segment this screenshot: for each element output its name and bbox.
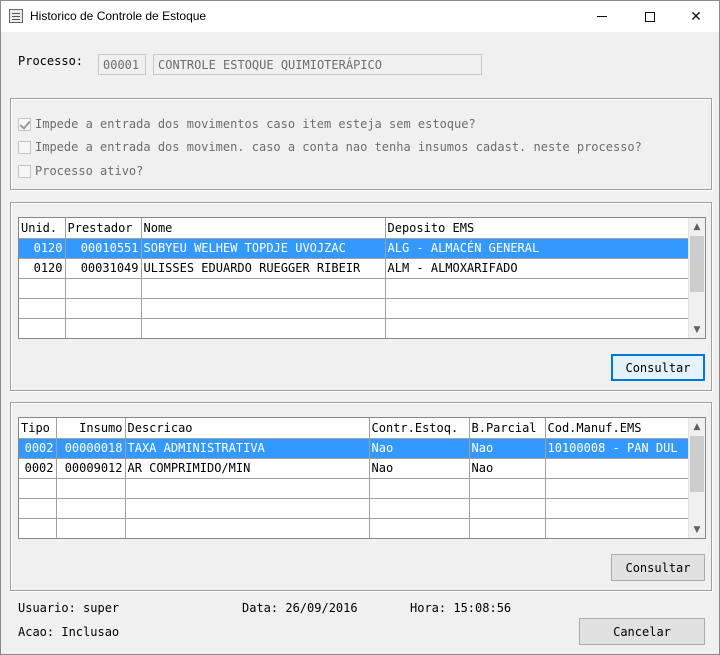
scroll-down-icon[interactable]: ▼ xyxy=(689,321,705,338)
empty-row xyxy=(19,498,691,519)
column-header[interactable]: Nome xyxy=(141,218,386,239)
minimize-icon xyxy=(597,16,607,17)
checkbox-processo-ativo xyxy=(18,164,31,178)
acao-label: Acao: Inclusao xyxy=(18,625,120,639)
scroll-thumb[interactable] xyxy=(690,436,704,492)
cell-cod-manuf: 10100008 - PAN DUL xyxy=(545,438,691,459)
cell-contr-estoq: Nao xyxy=(369,458,470,479)
cell-descricao: AR COMPRIMIDO/MIN xyxy=(125,458,370,479)
data-label: Data: 26/09/2016 xyxy=(242,601,358,615)
option-label: Processo ativo? xyxy=(35,164,144,178)
vertical-scrollbar[interactable]: ▲ ▼ xyxy=(688,418,705,538)
option-impede-sem-estoque: Impede a entrada dos movimentos caso ite… xyxy=(18,116,476,132)
cancel-button[interactable]: Cancelar xyxy=(579,618,705,645)
table-row[interactable]: 0002 00009012 AR COMPRIMIDO/MIN Nao Nao xyxy=(19,458,691,479)
cell-tipo: 0002 xyxy=(19,458,57,479)
cell-deposito: ALM - ALMOXARIFADO xyxy=(385,258,691,279)
scroll-up-icon[interactable]: ▲ xyxy=(689,418,705,435)
cell-insumo: 00009012 xyxy=(56,458,126,479)
cell-descricao: TAXA ADMINISTRATIVA xyxy=(125,438,370,459)
processo-code-field: 00001 xyxy=(98,54,146,75)
hora-label: Hora: 15:08:56 xyxy=(410,601,512,615)
close-icon: ✕ xyxy=(690,8,702,25)
grid-header-row: Unid. Prestador Nome Deposito EMS xyxy=(19,218,691,239)
table-row[interactable]: 0002 00000018 TAXA ADMINISTRATIVA Nao Na… xyxy=(19,438,691,459)
table-row[interactable]: 0120 00010551 SOBYEU WELHEW TOPDJE UVOJZ… xyxy=(19,238,691,259)
cell-unid: 0120 xyxy=(19,258,66,279)
processo-description-field: CONTROLE ESTOQUE QUIMIOTERÁPICO xyxy=(153,54,482,75)
vertical-scrollbar[interactable]: ▲ ▼ xyxy=(688,218,705,338)
cell-prestador: 00031049 xyxy=(65,258,142,279)
main-window: Historico de Controle de Estoque ✕ Proce… xyxy=(0,0,720,655)
cell-cod-manuf xyxy=(545,458,691,479)
empty-row xyxy=(19,478,691,499)
scroll-up-icon[interactable]: ▲ xyxy=(689,218,705,235)
cell-prestador: 00010551 xyxy=(65,238,142,259)
grid-header-row: Tipo Insumo Descricao Contr.Estoq. B.Par… xyxy=(19,418,691,439)
scroll-down-icon[interactable]: ▼ xyxy=(689,521,705,538)
option-label: Impede a entrada dos movimen. caso a con… xyxy=(35,140,642,154)
processo-label: Processo: xyxy=(18,54,84,68)
option-label: Impede a entrada dos movimentos caso ite… xyxy=(35,117,476,131)
option-impede-sem-insumos: Impede a entrada dos movimen. caso a con… xyxy=(18,139,642,155)
title-bar[interactable]: Historico de Controle de Estoque ✕ xyxy=(1,1,719,32)
empty-row xyxy=(19,278,691,299)
close-button[interactable]: ✕ xyxy=(673,1,719,32)
cell-deposito: ALG - ALMACÉN GENERAL xyxy=(385,238,691,259)
minimize-button[interactable] xyxy=(579,1,625,32)
consultar-prestador-button[interactable]: Consultar xyxy=(611,354,705,381)
consultar-insumo-button[interactable]: Consultar xyxy=(611,554,705,581)
column-header[interactable]: Unid. xyxy=(19,218,66,239)
column-header[interactable]: Insumo xyxy=(56,418,126,439)
maximize-icon xyxy=(645,11,655,22)
column-header[interactable]: Descricao xyxy=(125,418,370,439)
cell-nome: ULISSES EDUARDO RUEGGER RIBEIR xyxy=(141,258,386,279)
cell-tipo: 0002 xyxy=(19,438,57,459)
checkbox-impede-sem-estoque xyxy=(18,117,31,131)
cell-b-parcial: Nao xyxy=(469,458,546,479)
empty-row xyxy=(19,318,691,338)
app-icon xyxy=(9,9,23,23)
cell-b-parcial: Nao xyxy=(469,438,546,459)
cell-contr-estoq: Nao xyxy=(369,438,470,459)
column-header[interactable]: Cod.Manuf.EMS xyxy=(545,418,691,439)
scroll-thumb[interactable] xyxy=(690,236,704,292)
cell-insumo: 00000018 xyxy=(56,438,126,459)
cell-nome: SOBYEU WELHEW TOPDJE UVOJZAC xyxy=(141,238,386,259)
column-header[interactable]: Deposito EMS xyxy=(385,218,691,239)
insumos-grid[interactable]: Tipo Insumo Descricao Contr.Estoq. B.Par… xyxy=(18,417,706,539)
prestadores-grid[interactable]: Unid. Prestador Nome Deposito EMS 0120 0… xyxy=(18,217,706,339)
column-header[interactable]: B.Parcial xyxy=(469,418,546,439)
checkbox-impede-sem-insumos xyxy=(18,140,31,154)
maximize-button[interactable] xyxy=(627,1,673,32)
option-processo-ativo: Processo ativo? xyxy=(18,163,143,179)
window-title: Historico de Controle de Estoque xyxy=(30,9,207,23)
table-row[interactable]: 0120 00031049 ULISSES EDUARDO RUEGGER RI… xyxy=(19,258,691,279)
usuario-label: Usuario: super xyxy=(18,601,120,615)
column-header[interactable]: Prestador xyxy=(65,218,142,239)
empty-row xyxy=(19,518,691,538)
cell-unid: 0120 xyxy=(19,238,66,259)
empty-row xyxy=(19,298,691,319)
column-header[interactable]: Tipo xyxy=(19,418,57,439)
column-header[interactable]: Contr.Estoq. xyxy=(369,418,470,439)
